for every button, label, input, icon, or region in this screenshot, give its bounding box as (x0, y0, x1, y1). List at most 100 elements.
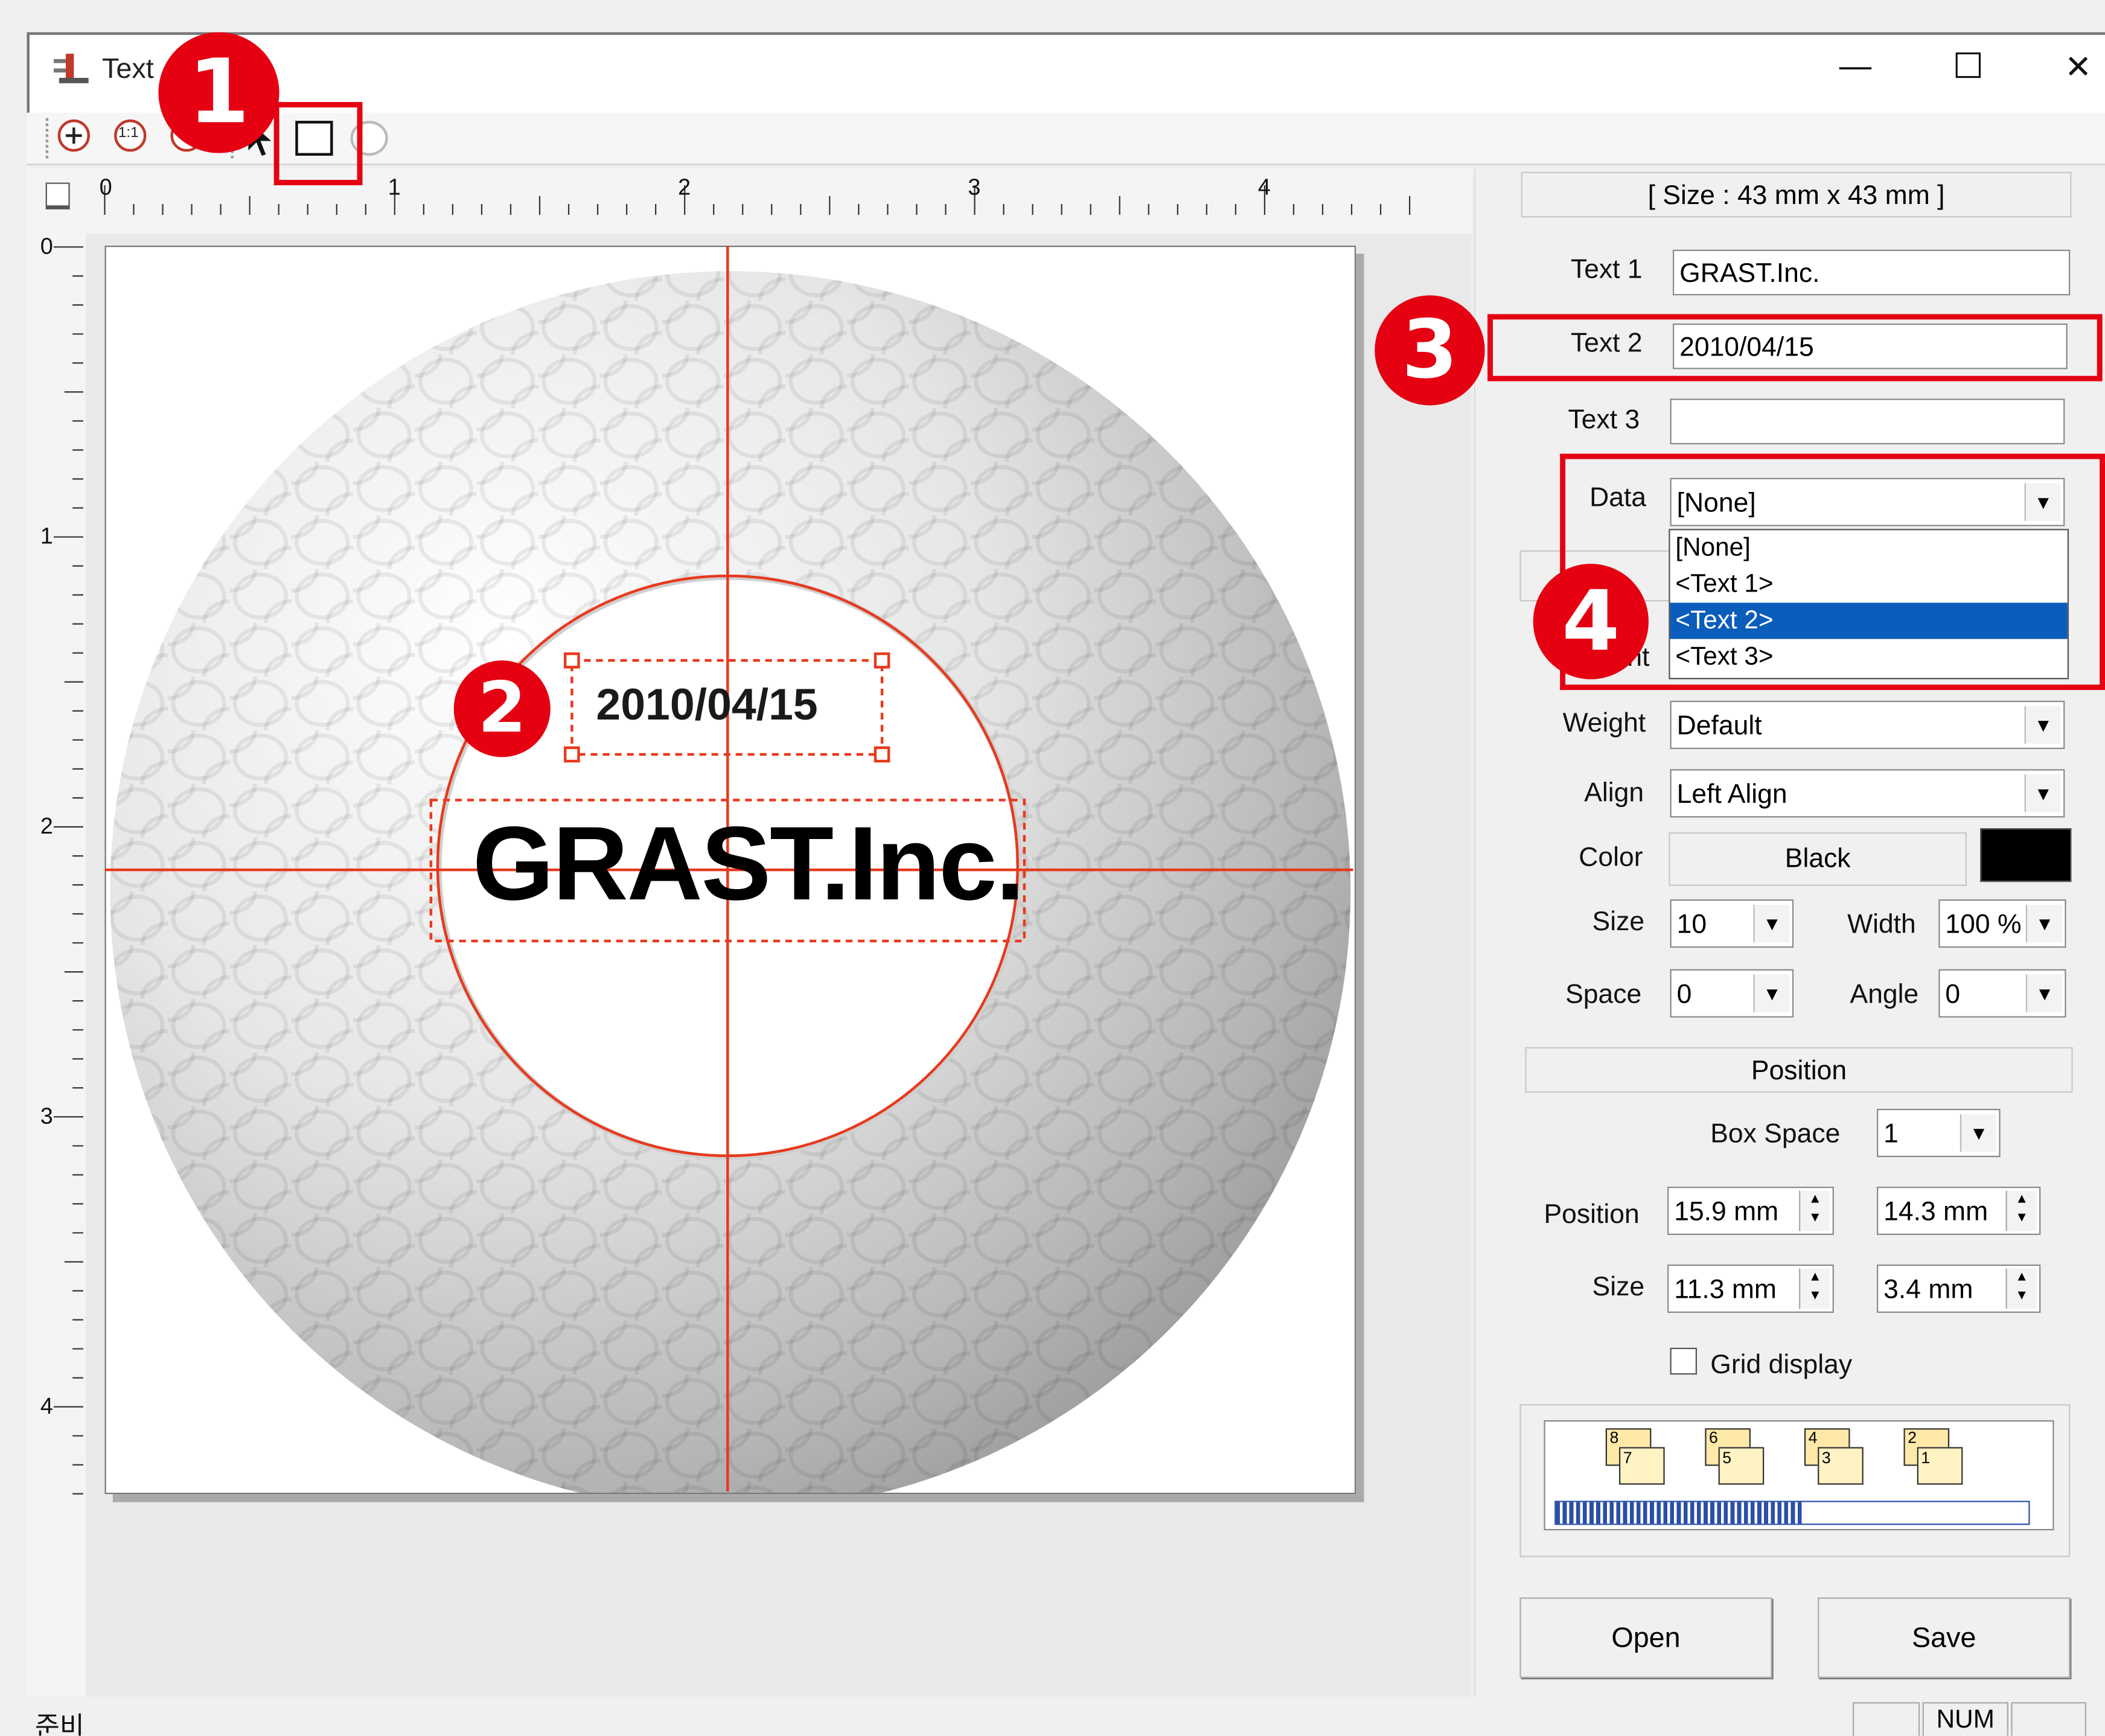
size-select[interactable]: 10 ▼ (1670, 899, 1794, 948)
text1-input[interactable]: GRAST.Inc. (1672, 249, 2071, 296)
width-select[interactable]: 100 % ▼ (1938, 899, 2066, 948)
chevron-down-icon[interactable]: ▼ (2025, 974, 2062, 1012)
annotation-box-3 (1487, 314, 2103, 381)
weight-label: Weight (1562, 709, 1646, 739)
spinner-arrows-icon[interactable]: ▲ ▼ (2005, 1190, 2037, 1231)
box-space-value: 1 (1883, 1119, 1899, 1149)
text3-input[interactable] (1670, 398, 2065, 445)
size-width-value: 11.3 mm (1674, 1275, 1777, 1305)
h-ruler-label: 0 (99, 174, 112, 200)
annotation-badge-3: 3 (1375, 295, 1485, 406)
vertical-ruler: 0 1 2 3 4 (27, 233, 86, 1697)
align-label: Align (1584, 778, 1644, 808)
layer-number: 3 (1821, 1448, 1831, 1467)
layer-number: 1 (1921, 1448, 1931, 1467)
annotation-badge-4: 4 (1533, 564, 1649, 680)
box-space-select[interactable]: 1 ▼ (1877, 1108, 2001, 1158)
ruler-corner-icon (45, 182, 70, 209)
horizontal-ruler: 0 1 2 3 4 (27, 169, 1472, 234)
resize-handle[interactable] (874, 746, 890, 763)
v-ruler-label: 0 (40, 233, 53, 260)
chevron-down-icon[interactable]: ▼ (2025, 904, 2062, 943)
maximize-button[interactable]: ☐ (1941, 46, 1995, 88)
status-indicator-empty (1852, 1702, 1920, 1736)
box-space-label: Box Space (1710, 1119, 1841, 1149)
size-height-spinner[interactable]: 3.4 mm ▲ ▼ (1877, 1264, 2041, 1313)
position-header: Position (1525, 1047, 2073, 1093)
layer-number: 2 (1908, 1428, 1917, 1447)
chevron-down-icon[interactable]: ▼ (1960, 1114, 1996, 1152)
size2-label: Size (1592, 1272, 1645, 1303)
canvas-company-text[interactable]: GRAST.Inc. (473, 803, 1025, 925)
spinner-arrows-icon[interactable]: ▲ ▼ (1799, 1190, 1830, 1231)
spinner-arrows-icon[interactable]: ▲ ▼ (2005, 1268, 2037, 1309)
minimize-button[interactable]: — (1829, 48, 1882, 86)
space-select-value: 0 (1676, 980, 1692, 1010)
chevron-down-icon[interactable]: ▼ (1753, 974, 1790, 1012)
width-label: Width (1847, 910, 1916, 940)
angle-select[interactable]: 0 ▼ (1938, 969, 2066, 1018)
window-title: Text (102, 53, 154, 85)
text1-label: Text 1 (1570, 255, 1643, 285)
app-window: Text — ☐ ✕ 1:1 0 1 2 3 4 0 1 2 3 4 2010/… (0, 0, 2105, 1736)
toolbar-grip (45, 118, 51, 159)
status-text: 준비 (34, 1712, 85, 1736)
align-select[interactable]: Left Align ▼ (1670, 769, 2065, 818)
layer-number: 5 (1722, 1448, 1732, 1467)
layer-2-1-button[interactable]: 2 1 (1903, 1428, 1965, 1490)
resize-handle[interactable] (874, 652, 890, 669)
size-height-value: 3.4 mm (1883, 1275, 1973, 1305)
status-indicator-empty (2011, 1702, 2086, 1736)
h-ruler-label: 1 (388, 174, 401, 200)
layer-number: 6 (1709, 1428, 1718, 1447)
actual-size-button[interactable]: 1:1 (113, 118, 148, 153)
weight-select[interactable]: Default ▼ (1670, 700, 2065, 749)
angle-select-value: 0 (1945, 980, 1961, 1010)
position-y-spinner[interactable]: 14.3 mm ▲ ▼ (1877, 1186, 2041, 1235)
layer-number: 7 (1623, 1448, 1632, 1467)
v-ruler-label: 1 (40, 523, 53, 549)
app-icon (53, 53, 89, 83)
align-select-value: Left Align (1676, 780, 1787, 810)
layer-number: 8 (1609, 1428, 1619, 1447)
color-label: Color (1579, 843, 1643, 873)
position-x-value: 15.9 mm (1674, 1197, 1779, 1227)
canvas-date-text[interactable]: 2010/04/15 (596, 679, 817, 730)
color-swatch-button[interactable] (1980, 828, 2072, 882)
close-button[interactable]: ✕ (2051, 48, 2105, 87)
layer-number: 4 (1808, 1428, 1818, 1447)
chevron-down-icon[interactable]: ▼ (2024, 706, 2061, 744)
space-select[interactable]: 0 ▼ (1670, 969, 1794, 1018)
size-width-spinner[interactable]: 11.3 mm ▲ ▼ (1667, 1264, 1834, 1313)
text3-label: Text 3 (1568, 405, 1640, 435)
actual-size-label: 1:1 (118, 124, 139, 141)
layer-4-3-button[interactable]: 4 3 (1804, 1428, 1866, 1490)
resize-handle[interactable] (564, 652, 580, 669)
angle-label: Angle (1850, 980, 1919, 1010)
grid-display-label: Grid display (1710, 1350, 1853, 1380)
layer-progress-bar (1554, 1501, 2030, 1525)
size-label: Size (1592, 907, 1645, 937)
h-ruler-label: 4 (1257, 174, 1271, 200)
width-select-value: 100 % (1945, 910, 2022, 940)
resize-handle[interactable] (564, 746, 580, 763)
save-button[interactable]: Save (1818, 1597, 2071, 1678)
chevron-down-icon[interactable]: ▼ (2024, 774, 2061, 812)
annotation-box-1 (273, 102, 363, 185)
open-button[interactable]: Open (1519, 1597, 1772, 1678)
vertical-ruler-ticks (53, 246, 83, 1495)
color-name: Black (1669, 832, 1967, 886)
spinner-arrows-icon[interactable]: ▲ ▼ (1799, 1268, 1830, 1309)
layer-6-5-button[interactable]: 6 5 (1705, 1428, 1766, 1490)
annotation-badge-2: 2 (453, 660, 551, 758)
chevron-down-icon[interactable]: ▼ (1753, 904, 1790, 943)
grid-display-checkbox[interactable] (1670, 1347, 1698, 1375)
title-bar (27, 32, 2105, 113)
layer-8-7-button[interactable]: 8 7 (1605, 1428, 1667, 1490)
space-label: Space (1565, 980, 1642, 1010)
position-label: Position (1544, 1200, 1640, 1230)
position-x-spinner[interactable]: 15.9 mm ▲ ▼ (1667, 1186, 1834, 1235)
h-ruler-label: 2 (678, 174, 691, 200)
zoom-in-icon[interactable] (56, 118, 91, 153)
annotation-box-4 (1560, 453, 2105, 691)
